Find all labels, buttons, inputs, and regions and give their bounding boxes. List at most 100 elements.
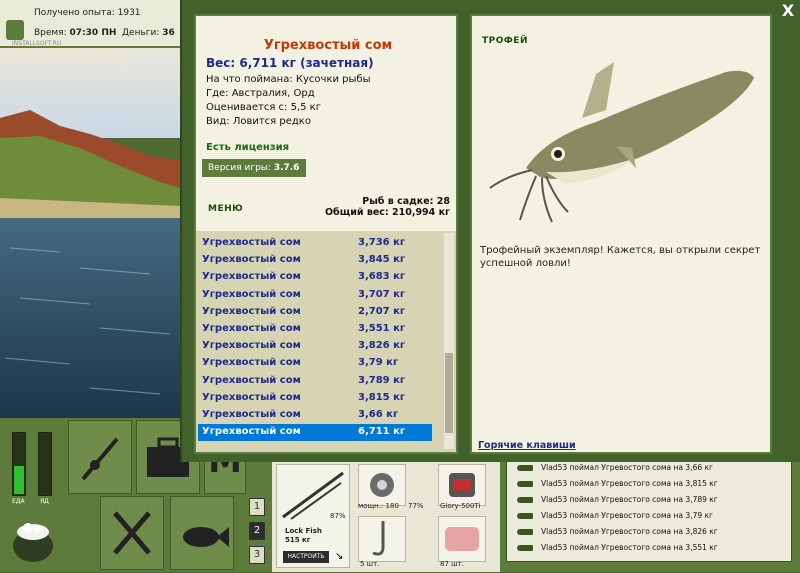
fish-name-cell: Угрехвостый сом	[202, 340, 301, 352]
fish-bait-icon	[445, 527, 479, 551]
fish-weight-cell: 3,815 кг	[358, 391, 406, 403]
fishing-rod-icon	[81, 437, 119, 481]
fish-name-cell: Угрехвостый сом	[202, 254, 301, 266]
scrollbar-thumb[interactable]	[445, 353, 453, 433]
fish-catch-button[interactable]	[170, 496, 234, 570]
hotkeys-link[interactable]: Горячие клавиши	[478, 440, 576, 451]
license-status: Есть лицензия	[206, 142, 290, 153]
catch-list-row[interactable]: Угрехвостый сом 3,66 кг	[198, 407, 432, 424]
catch-list-row[interactable]: Угрехвостый сом 3,683 кг	[198, 269, 432, 286]
fish-icon	[517, 529, 533, 535]
fish-name: Угрехвостый сом	[263, 38, 393, 53]
food-label: ЕДА	[12, 498, 25, 505]
rods-button[interactable]	[68, 420, 132, 494]
line-name: Glory-500Ti	[440, 502, 481, 510]
fish-weight-cell: 3,683 кг	[358, 271, 406, 283]
log-entry: Vlad53 поймал Угревостого сома на 3,66 к…	[517, 463, 713, 479]
catch-location: Где: Австралия, Орд	[206, 88, 315, 99]
fish-weight-cell: 3,79 кг	[358, 357, 399, 369]
poison-meter	[38, 432, 52, 496]
log-entry: Vlad53 поймал Угревостого сома на 3,826 …	[517, 527, 718, 543]
fish-name-cell: Угрехвостый сом	[202, 288, 301, 300]
xp-readout: Получено опыта: 1931	[34, 8, 141, 18]
gear-panel: Lock Fish 515 кг НАСТРОИТЬ ↘ 87% мощн.: …	[272, 460, 500, 572]
tab-1-button[interactable]: 1	[249, 498, 265, 516]
line-slot[interactable]	[438, 464, 486, 506]
fish-icon	[517, 497, 533, 503]
poison-label: ЯД	[40, 498, 49, 505]
catch-log-panel[interactable]: Vlad53 поймал Угревостого сома на 3,66 к…	[506, 460, 792, 562]
trophy-description: Трофейный экземпляр! Кажется, вы открыли…	[480, 245, 761, 269]
fish-icon	[183, 527, 229, 547]
tab-3-button[interactable]: 3	[249, 546, 265, 564]
configure-button[interactable]: НАСТРОИТЬ	[283, 551, 329, 563]
log-entry: Vlad53 поймал Угревостого сома на 3,79 к…	[517, 511, 713, 527]
fish-icon	[517, 465, 533, 471]
bait-count: 87 шт.	[440, 560, 464, 568]
catch-list-row[interactable]: Угрехвостый сом 3,707 кг	[198, 287, 432, 304]
fish-rarity: Вид: Ловится редко	[206, 116, 311, 127]
catch-list-row[interactable]: Угрехвостый сом 3,79 кг	[198, 355, 432, 372]
bait-slot[interactable]	[438, 516, 486, 562]
reel-power: мощн.: 180	[358, 502, 399, 510]
fish-weight-cell: 2,707 кг	[358, 305, 406, 317]
list-scrollbar[interactable]	[444, 233, 454, 449]
fish-weight: Вес: 6,711 кг (зачетная)	[206, 56, 374, 70]
hook-slot[interactable]	[358, 516, 406, 562]
rod-percent: 87%	[330, 512, 346, 520]
catch-list-row[interactable]: Угрехвостый сом 3,551 кг	[198, 321, 432, 338]
valued-from: Оценивается с: 5,5 кг	[206, 102, 321, 113]
fish-name-cell: Угрехвостый сом	[202, 391, 301, 403]
fish-icon	[517, 481, 533, 487]
fish-icon	[517, 513, 533, 519]
fish-weight-cell: 3,551 кг	[358, 323, 406, 334]
tab-2-button[interactable]: 2	[249, 522, 265, 540]
cage-summary: Рыб в садке: 28 Общий вес: 210,994 кг	[325, 196, 450, 218]
money-readout: Деньги: 36	[122, 28, 175, 38]
close-button[interactable]: X	[780, 2, 796, 20]
catch-log: Vlad53 поймал Угревостого сома на 3,66 к…	[500, 460, 800, 572]
time-readout: Время: 07:30 ПН	[34, 28, 117, 38]
fish-name-cell: Угрехвостый сом	[202, 237, 301, 248]
catch-list-row[interactable]: Угрехвостый сом 3,789 кг	[198, 373, 432, 390]
log-entry: Vlad53 поймал Угревостого сома на 3,789 …	[517, 495, 718, 511]
fish-weight-cell: 3,736 кг	[358, 237, 406, 248]
hook-count: 5 шт.	[360, 560, 380, 568]
catch-list-row[interactable]: Угрехвостый сом 3,815 кг	[198, 390, 432, 407]
fish-name-cell: Угрехвостый сом	[202, 271, 301, 283]
fish-name-cell: Угрехвостый сом	[202, 305, 301, 317]
cook-button[interactable]	[100, 496, 164, 570]
fish-in-cage: Рыб в садке: 28	[362, 196, 450, 207]
log-entry: Vlad53 поймал Угревостого сома на 3,551 …	[517, 543, 718, 559]
rod-weight: 515 кг	[285, 536, 311, 544]
catch-list-row[interactable]: Угрехвостый сом 6,711 кг	[198, 424, 432, 442]
fish-weight-cell: 3,789 кг	[358, 374, 406, 386]
reel-icon	[370, 473, 394, 497]
log-entry: Vlad53 поймал Угревостого сома на 3,815 …	[517, 479, 718, 495]
catch-list[interactable]: Угрехвостый сом 3,736 кг Угрехвостый сом 3,…	[196, 231, 456, 452]
fish-name-cell: Угрехвостый сом	[202, 426, 301, 438]
total-weight: Общий вес: 210,994 кг	[324, 207, 450, 218]
food-meter	[12, 432, 26, 496]
fish-weight-cell: 3,66 кг	[358, 409, 399, 420]
line-spool-icon	[449, 473, 475, 497]
reel-slot[interactable]	[358, 464, 406, 506]
catch-list-row[interactable]: Угрехвостый сом 3,736 кг	[198, 235, 432, 252]
fish-weight-cell: 3,707 кг	[358, 288, 406, 300]
status-bar: Получено опыта: 1931 Время: 07:30 ПН Ден…	[0, 0, 188, 48]
cauldron-icon[interactable]	[8, 510, 58, 566]
lock-icon[interactable]	[6, 20, 24, 40]
reel-percent: 77%	[408, 502, 424, 510]
catch-list-row[interactable]: Угрехвостый сом 2,707 кг	[198, 304, 432, 321]
catfish-illustration	[486, 50, 756, 230]
hook-icon	[372, 521, 385, 556]
fish-name-cell: Угрехвостый сом	[202, 357, 301, 369]
catch-list-row[interactable]: Угрехвостый сом 3,826 кг	[198, 338, 432, 355]
trophy-title: ТРОФЕЙ	[482, 36, 528, 46]
trophy-panel: ТРОФЕЙ Трофейный экземпляр! Кажется, вы …	[470, 14, 772, 454]
menu-link[interactable]: МЕНЮ	[208, 204, 243, 214]
fish-details-panel: Угрехвостый сом Вес: 6,711 кг (зачетная)…	[194, 14, 458, 454]
catch-list-row[interactable]: Угрехвостый сом 3,845 кг	[198, 252, 432, 269]
fish-name-cell: Угрехвостый сом	[202, 323, 301, 334]
rod-name: Lock Fish	[285, 527, 322, 535]
